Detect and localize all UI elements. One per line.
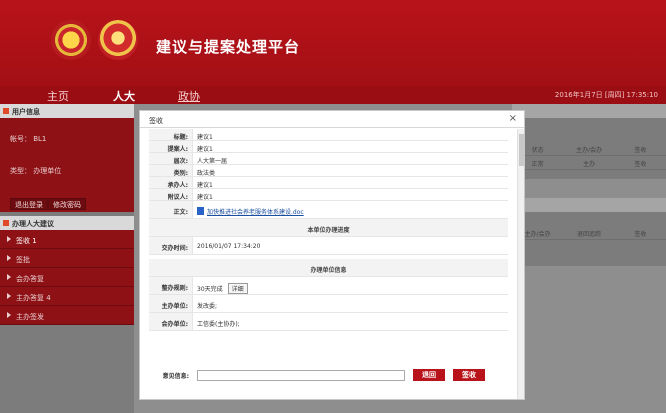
scroll-thumb[interactable] — [519, 134, 524, 166]
cppcc-emblem-icon — [98, 20, 138, 60]
field-assign-time-row: 交办时间: 2016/01/07 17:34:20 — [149, 237, 508, 255]
type-text: 类型： 办理单位 — [10, 167, 62, 175]
field-title-row: 标题: 建议1 — [149, 129, 508, 141]
field-proposer-row: 提案人: 建议1 — [149, 141, 508, 153]
modal-scrollbar[interactable] — [517, 129, 524, 399]
field-deadline-row: 整办规则: 30天完成 详细 — [149, 277, 508, 295]
field-body-row: 正文: 加快推进社会养老服务体系建设.doc — [149, 201, 508, 219]
action-bar: 意见信息: 退回 签收 — [149, 368, 508, 382]
sidebar-item-sign[interactable]: 签收 1 — [0, 230, 134, 249]
user-info-box: 帐号： BL1 类型： 办理单位 退出登录 修改密码 — [0, 118, 134, 212]
current-datetime: 2016年1月7日 [周四] 17:35:10 — [554, 91, 658, 99]
nav-renda[interactable]: 人大 — [113, 88, 135, 104]
field-category-row: 类别: 政法类 — [149, 165, 508, 177]
sidebar: 用户信息 帐号： BL1 类型： 办理单位 退出登录 修改密码 办理人大建议 签… — [0, 104, 134, 413]
sidebar-item-host-reply[interactable]: 主办答复 4 — [0, 287, 134, 306]
attachment-link[interactable]: 加快推进社会养老服务体系建设.doc — [207, 209, 304, 216]
proposal-form: 标题: 建议1 提案人: 建议1 届次: 人大第一届 类别: 政法类 承办人: … — [149, 129, 508, 331]
opinion-input[interactable] — [197, 369, 405, 381]
table-header-row: 主办/会办 退回追踪 签收 — [512, 226, 666, 240]
app-header: 建议与提案处理平台 — [0, 0, 666, 86]
triangle-right-icon — [7, 293, 11, 299]
panel-square-icon — [3, 220, 9, 226]
national-emblem-icon — [51, 20, 91, 60]
field-session-row: 届次: 人大第一届 — [149, 153, 508, 165]
word-document-icon — [197, 207, 204, 215]
user-panel-title: 用户信息 — [0, 104, 134, 118]
table-row: 正常 主办 签收 — [512, 156, 666, 170]
triangle-right-icon — [7, 255, 11, 261]
field-seconder-row: 附议人: 建议1 — [149, 189, 508, 201]
triangle-right-icon — [7, 274, 11, 280]
detail-button[interactable]: 详细 — [227, 283, 248, 294]
field-host-unit-row: 主办单位: 发改委; — [149, 295, 508, 313]
panel-square-icon — [3, 108, 9, 114]
right-table-2: 主办/会办 退回追踪 签收 — [512, 198, 666, 266]
change-password-button[interactable]: 修改密码 — [48, 198, 86, 210]
table-header-row: 状态 主办/会办 签收 — [512, 142, 666, 156]
sidebar-list: 签收 1 签批 会办答复 主办答复 4 主办签发 — [0, 230, 134, 325]
right-table-1: 状态 主办/会办 签收 正常 主办 签收 — [512, 104, 666, 179]
triangle-right-icon — [7, 312, 11, 318]
nav-home[interactable]: 主页 — [47, 88, 69, 104]
sign-modal: 签收 × 标题: 建议1 提案人: 建议1 届次: 人大第一届 类别: 政法类 … — [139, 110, 525, 400]
sidebar-item-approve[interactable]: 签批 — [0, 249, 134, 268]
field-co-unit-row: 会办单位: 工信委(主协办); — [149, 313, 508, 331]
logout-button[interactable]: 退出登录 — [10, 198, 48, 210]
section-progress: 本单位办理进度 — [149, 219, 508, 237]
account-text: 帐号： BL1 — [10, 135, 47, 143]
field-handler-row: 承办人: 建议1 — [149, 177, 508, 189]
sidebar-item-co-reply[interactable]: 会办答复 — [0, 268, 134, 287]
nav-zhengxie[interactable]: 政协 — [178, 88, 200, 104]
return-button[interactable]: 退回 — [413, 369, 445, 381]
modal-title: 签收 × — [140, 111, 524, 128]
sidebar-item-host-issue[interactable]: 主办签发 — [0, 306, 134, 325]
sign-button[interactable]: 签收 — [453, 369, 485, 381]
section-unit-info: 办理单位信息 — [149, 259, 508, 277]
triangle-right-icon — [7, 236, 11, 242]
top-nav: 主页 人大 政协 2016年1月7日 [周四] 17:35:10 — [0, 86, 666, 104]
close-icon[interactable]: × — [509, 113, 517, 124]
list-panel-title: 办理人大建议 — [0, 216, 134, 230]
app-title: 建议与提案处理平台 — [156, 38, 301, 56]
